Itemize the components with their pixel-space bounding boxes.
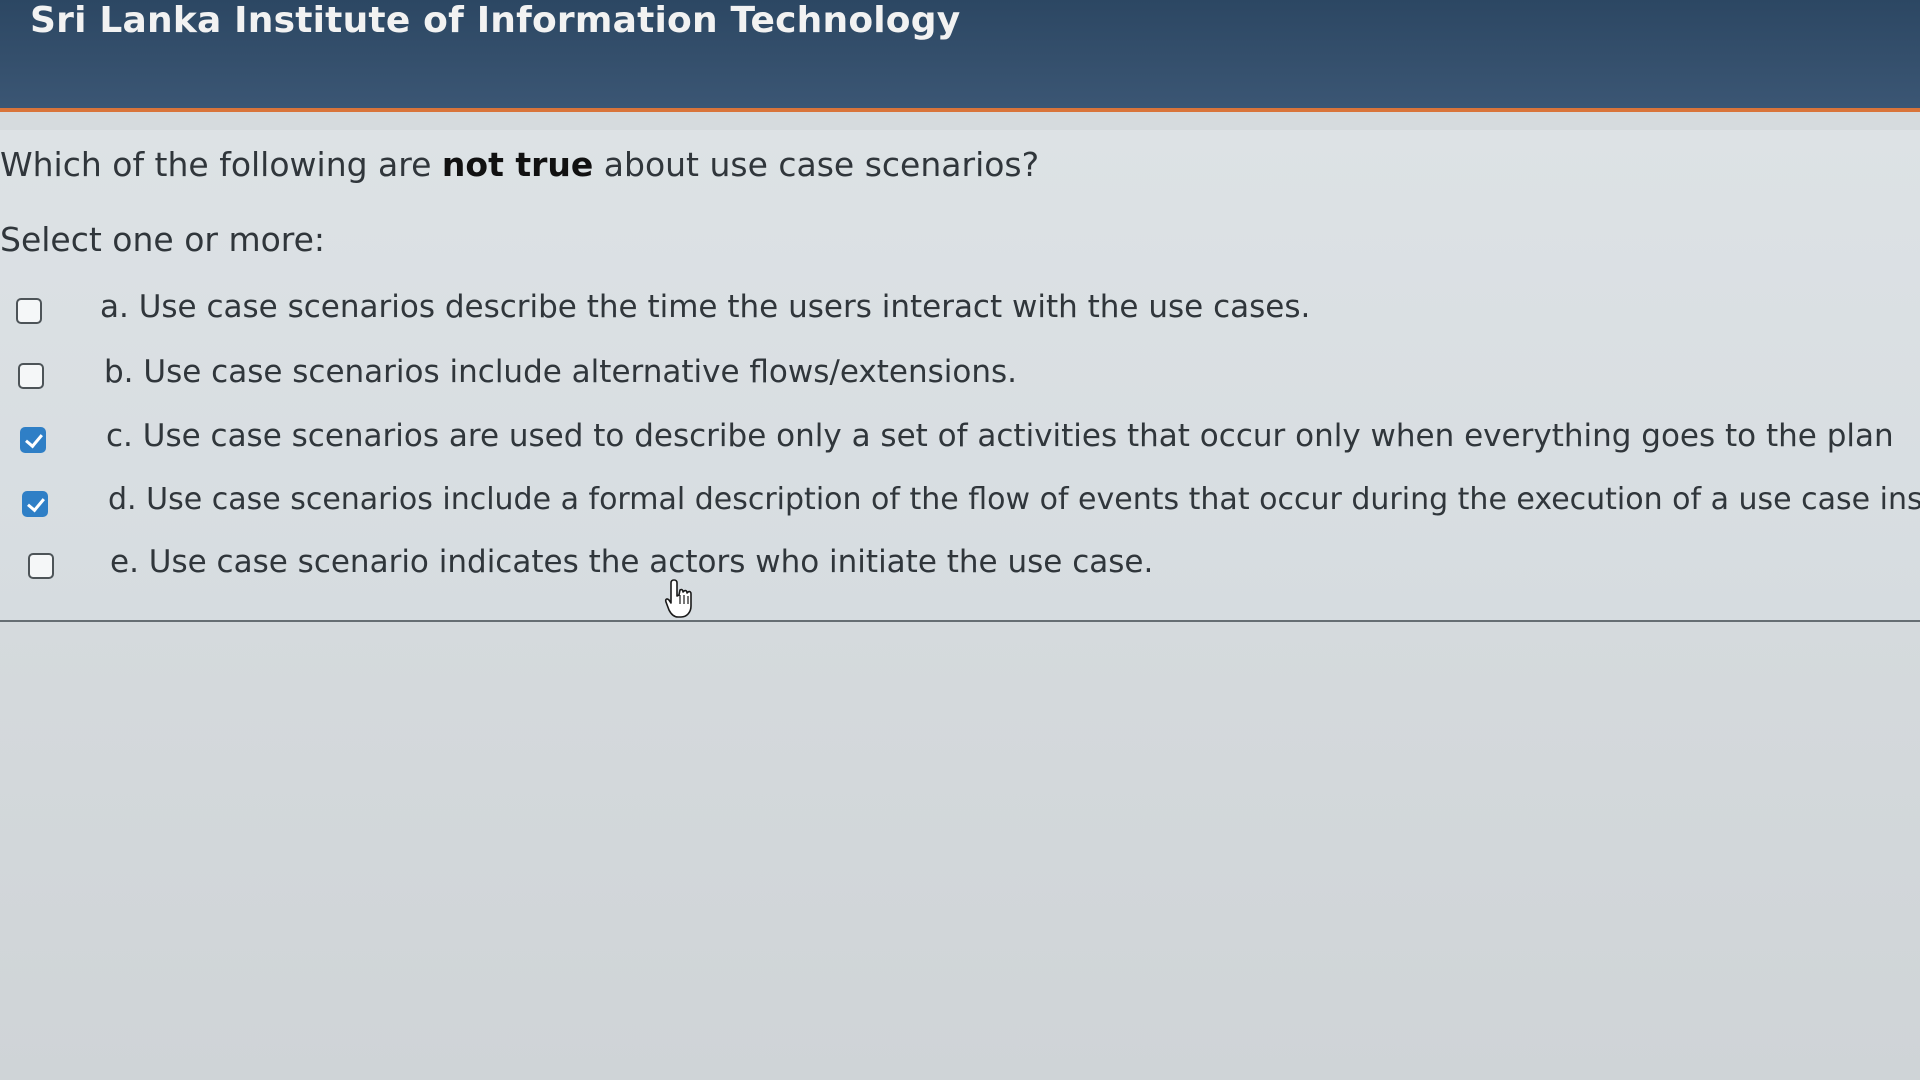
select-prompt: Select one or more:	[0, 220, 326, 259]
site-title[interactable]: Sri Lanka Institute of Information Techn…	[30, 0, 960, 41]
question-container: Which of the following are not true abou…	[0, 130, 1920, 630]
checkbox-e[interactable]	[28, 553, 54, 579]
hand-pointer-icon	[664, 579, 692, 618]
question-text: Which of the following are not true abou…	[0, 145, 1039, 184]
option-label-d[interactable]: d. Use case scenarios include a formal d…	[108, 482, 1920, 517]
page-lower-area	[0, 622, 1920, 1080]
checkbox-d[interactable]	[22, 491, 48, 517]
answer-option-a[interactable]: a. Use case scenarios describe the time …	[0, 287, 1920, 335]
question-text-emphasis: not true	[441, 145, 594, 184]
option-label-b[interactable]: b. Use case scenarios include alternativ…	[104, 354, 1017, 390]
checkbox-c[interactable]	[20, 427, 46, 453]
option-label-a[interactable]: a. Use case scenarios describe the time …	[100, 289, 1310, 325]
checkbox-a[interactable]	[16, 298, 42, 324]
question-text-end: about use case scenarios?	[593, 145, 1040, 184]
answer-option-d[interactable]: d. Use case scenarios include a formal d…	[0, 480, 1920, 528]
answer-option-b[interactable]: b. Use case scenarios include alternativ…	[0, 352, 1920, 400]
site-header: Sri Lanka Institute of Information Techn…	[0, 0, 1920, 112]
answer-option-e[interactable]: e. Use case scenario indicates the actor…	[0, 542, 1920, 590]
option-label-c[interactable]: c. Use case scenarios are used to descri…	[106, 418, 1894, 454]
checkbox-b[interactable]	[18, 363, 44, 389]
question-text-start: Which of the following are	[0, 145, 442, 184]
option-label-e[interactable]: e. Use case scenario indicates the actor…	[110, 544, 1153, 580]
answer-option-c[interactable]: c. Use case scenarios are used to descri…	[0, 416, 1920, 464]
